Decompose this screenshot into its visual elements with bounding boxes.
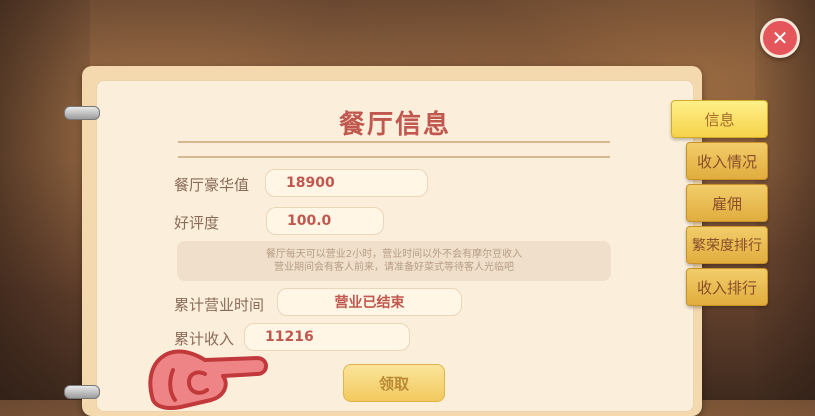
rating-label: 好评度	[174, 214, 220, 232]
title-divider-2	[178, 156, 610, 158]
business-notice: 餐厅每天可以营业2小时，营业时间以外不会有摩尔豆收入 营业期间会有客人前来，请准…	[177, 241, 611, 281]
rating-value: 100.0	[266, 207, 384, 235]
claim-button[interactable]: 领取	[343, 364, 445, 402]
close-button[interactable]: ✕	[760, 18, 800, 58]
page-title: 餐厅信息	[338, 110, 451, 140]
binder-ring-bottom	[64, 385, 100, 399]
business-time-value: 营业已结束	[277, 288, 462, 316]
notice-line-1: 餐厅每天可以营业2小时，营业时间以外不会有摩尔豆收入	[265, 249, 523, 260]
luxury-value: 18900	[265, 169, 428, 197]
close-icon: ✕	[771, 26, 789, 50]
business-time-label: 累计营业时间	[174, 296, 265, 314]
title-divider	[178, 141, 610, 143]
tab-hire[interactable]: 雇佣	[686, 184, 768, 222]
tab-income-status[interactable]: 收入情况	[686, 142, 768, 180]
tab-prosperity-ranking[interactable]: 繁荣度排行	[686, 226, 768, 264]
notice-line-2: 营业期间会有客人前来，请准备好菜式等待客人光临吧	[274, 262, 514, 273]
binder-ring-top	[64, 106, 100, 120]
background-shade-left	[0, 0, 90, 400]
tab-info[interactable]: 信息	[671, 100, 768, 138]
luxury-label: 餐厅豪华值	[174, 176, 250, 194]
tab-income-ranking[interactable]: 收入排行	[686, 268, 768, 306]
